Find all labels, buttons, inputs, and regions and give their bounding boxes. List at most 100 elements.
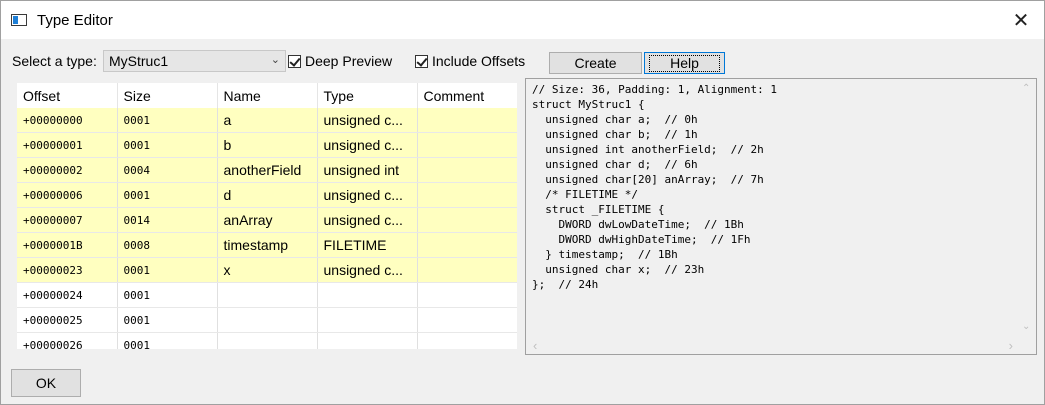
code-line: DWORD dwHighDateTime; // 1Fh xyxy=(532,233,751,246)
table-row[interactable]: +0000001B 0008 timestamp FILETIME xyxy=(17,232,517,258)
type-cell[interactable]: unsigned int xyxy=(317,157,418,183)
column-header-type[interactable]: Type xyxy=(317,83,418,108)
offset-cell[interactable]: +00000002 xyxy=(17,157,118,183)
comment-cell[interactable] xyxy=(417,207,517,233)
type-cell[interactable] xyxy=(317,332,418,349)
fields-grid[interactable]: Offset Size Name Type Comment +00000000 … xyxy=(17,83,517,349)
scroll-right-arrow-icon[interactable]: › xyxy=(1009,338,1013,353)
comment-cell[interactable] xyxy=(417,157,517,183)
type-cell[interactable]: unsigned c... xyxy=(317,108,418,133)
column-header-name[interactable]: Name xyxy=(217,83,318,108)
code-line: unsigned char[20] anArray; // 7h xyxy=(532,173,764,186)
offset-cell[interactable]: +00000026 xyxy=(17,332,118,349)
comment-cell[interactable] xyxy=(417,257,517,283)
table-row[interactable]: +00000006 0001 d unsigned c... xyxy=(17,182,517,208)
scroll-down-arrow-icon[interactable]: ⌄ xyxy=(1022,321,1030,332)
offset-cell[interactable]: +00000006 xyxy=(17,182,118,208)
size-cell[interactable]: 0001 xyxy=(117,282,218,308)
size-cell[interactable]: 0014 xyxy=(117,207,218,233)
name-cell[interactable]: anotherField xyxy=(217,157,318,183)
name-cell[interactable]: b xyxy=(217,132,318,158)
column-header-size[interactable]: Size xyxy=(117,83,218,108)
type-editor-window: Type Editor ✕ Select a type: MyStruc1 ⌄ … xyxy=(0,0,1045,405)
column-header-offset[interactable]: Offset xyxy=(17,83,118,108)
type-cell[interactable]: FILETIME xyxy=(317,232,418,258)
name-cell[interactable] xyxy=(217,332,318,349)
offset-cell[interactable]: +0000001B xyxy=(17,232,118,258)
name-cell[interactable]: a xyxy=(217,108,318,133)
name-cell[interactable]: d xyxy=(217,182,318,208)
table-row[interactable]: +00000001 0001 b unsigned c... xyxy=(17,132,517,158)
type-cell[interactable]: unsigned c... xyxy=(317,207,418,233)
offset-cell[interactable]: +00000000 xyxy=(17,108,118,133)
type-cell[interactable]: unsigned c... xyxy=(317,182,418,208)
code-line: unsigned char b; // 1h xyxy=(532,128,698,141)
name-cell[interactable]: anArray xyxy=(217,207,318,233)
vertical-scrollbar[interactable]: ⌃ ⌄ xyxy=(1018,80,1035,336)
size-cell[interactable]: 0004 xyxy=(117,157,218,183)
offset-cell[interactable]: +00000007 xyxy=(17,207,118,233)
size-cell[interactable]: 0001 xyxy=(117,332,218,349)
name-cell[interactable]: timestamp xyxy=(217,232,318,258)
size-cell[interactable]: 0001 xyxy=(117,307,218,333)
size-cell[interactable]: 0001 xyxy=(117,132,218,158)
comment-cell[interactable] xyxy=(417,307,517,333)
type-cell[interactable] xyxy=(317,307,418,333)
code-preview-pane[interactable]: // Size: 36, Padding: 1, Alignment: 1 st… xyxy=(525,78,1037,355)
code-line: struct MyStruc1 { xyxy=(532,98,645,111)
scroll-left-arrow-icon[interactable]: ‹ xyxy=(533,338,537,353)
code-line: unsigned char a; // 0h xyxy=(532,113,698,126)
code-line: unsigned int anotherField; // 2h xyxy=(532,143,764,156)
comment-cell[interactable] xyxy=(417,182,517,208)
table-row[interactable]: +00000000 0001 a unsigned c... xyxy=(17,108,517,133)
type-cell[interactable] xyxy=(317,282,418,308)
column-header-comment[interactable]: Comment xyxy=(417,83,517,108)
include-offsets-label: Include Offsets xyxy=(432,53,526,69)
help-button-label: Help xyxy=(649,54,720,72)
type-select[interactable]: MyStruc1 ⌄ xyxy=(103,50,286,72)
offset-cell[interactable]: +00000025 xyxy=(17,307,118,333)
name-cell[interactable] xyxy=(217,307,318,333)
include-offsets-checkbox[interactable]: Include Offsets xyxy=(415,53,525,69)
name-cell[interactable]: x xyxy=(217,257,318,283)
ok-button[interactable]: OK xyxy=(11,369,81,397)
close-button[interactable]: ✕ xyxy=(998,1,1044,39)
deep-preview-label: Deep Preview xyxy=(305,53,393,69)
offset-cell[interactable]: +00000024 xyxy=(17,282,118,308)
size-cell[interactable]: 0001 xyxy=(117,257,218,283)
create-button[interactable]: Create xyxy=(549,52,642,74)
size-cell[interactable]: 0008 xyxy=(117,232,218,258)
offset-cell[interactable]: +00000001 xyxy=(17,132,118,158)
comment-cell[interactable] xyxy=(417,282,517,308)
table-row[interactable]: +00000025 0001 xyxy=(17,307,517,333)
table-row[interactable]: +00000026 0001 xyxy=(17,332,517,349)
create-button-label: Create xyxy=(574,55,617,71)
window-title: Type Editor xyxy=(37,12,113,29)
code-preview-text: // Size: 36, Padding: 1, Alignment: 1 st… xyxy=(532,82,777,292)
checkbox-checked-icon xyxy=(288,54,301,68)
type-cell[interactable]: unsigned c... xyxy=(317,132,418,158)
size-cell[interactable]: 0001 xyxy=(117,108,218,133)
type-select-value: MyStruc1 xyxy=(109,53,169,69)
close-icon: ✕ xyxy=(1012,9,1030,32)
name-cell[interactable] xyxy=(217,282,318,308)
type-cell[interactable]: unsigned c... xyxy=(317,257,418,283)
comment-cell[interactable] xyxy=(417,132,517,158)
scroll-up-arrow-icon[interactable]: ⌃ xyxy=(1022,83,1030,94)
table-row[interactable]: +00000023 0001 x unsigned c... xyxy=(17,257,517,283)
size-cell[interactable]: 0001 xyxy=(117,182,218,208)
table-row[interactable]: +00000024 0001 xyxy=(17,282,517,308)
comment-cell[interactable] xyxy=(417,232,517,258)
table-row[interactable]: +00000007 0014 anArray unsigned c... xyxy=(17,207,517,233)
horizontal-scrollbar[interactable]: ‹ › xyxy=(527,336,1019,353)
table-row[interactable]: +00000002 0004 anotherField unsigned int xyxy=(17,157,517,183)
comment-cell[interactable] xyxy=(417,332,517,349)
help-button[interactable]: Help xyxy=(644,52,725,74)
code-line: DWORD dwLowDateTime; // 1Bh xyxy=(532,218,744,231)
window-icon xyxy=(11,14,27,26)
comment-cell[interactable] xyxy=(417,108,517,133)
deep-preview-checkbox[interactable]: Deep Preview xyxy=(288,53,392,69)
offset-cell[interactable]: +00000023 xyxy=(17,257,118,283)
ok-button-label: OK xyxy=(35,375,57,391)
code-line: struct _FILETIME { xyxy=(532,203,665,216)
